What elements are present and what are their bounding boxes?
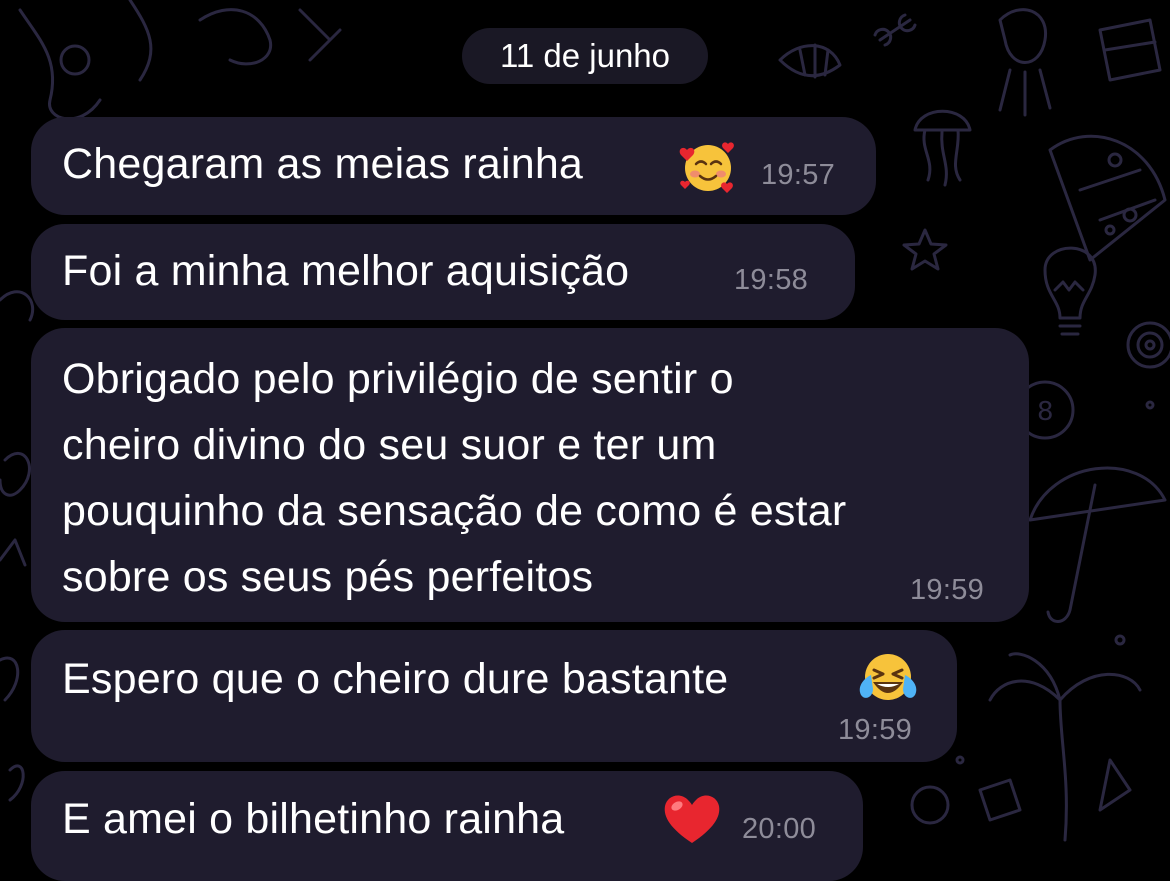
message-text-line: cheiro divino do seu suor e ter um [62,421,717,469]
svg-text:8: 8 [1037,397,1054,427]
message-text: Foi a minha melhor aquisição [62,247,630,295]
message-text-line: sobre os seus pés perfeitos [62,553,594,601]
message-text-line: pouquinho da sensação de como é estar [62,487,847,535]
message-text: E amei o bilhetinho rainha [62,795,565,843]
message-timestamp: 20:00 [742,813,817,845]
message-text-line: Obrigado pelo privilégio de sentir o [62,355,734,403]
message-timestamp: 19:59 [910,574,985,606]
message-timestamp: 19:58 [734,264,809,296]
date-separator: 11 de junho [462,28,708,84]
message-bubble[interactable]: Foi a minha melhor aquisição 19:58 [31,224,855,320]
message-bubble[interactable]: Obrigado pelo privilégio de sentir o che… [31,328,1029,622]
message-timestamp: 19:57 [761,159,836,191]
message-bubble[interactable]: Espero que o cheiro dure bastante 19:59 [31,630,957,762]
message-text: Espero que o cheiro dure bastante [62,655,729,703]
message-bubble[interactable]: Chegaram as meias rainha 19:57 [31,117,876,215]
smiling-face-with-hearts-icon [679,142,734,193]
message-bubble[interactable]: E amei o bilhetinho rainha 20:00 [31,771,863,881]
red-heart-icon [664,795,720,843]
face-with-tears-of-joy-icon [859,654,917,700]
message-timestamp: 19:59 [838,714,913,746]
message-text: Chegaram as meias rainha [62,140,584,188]
